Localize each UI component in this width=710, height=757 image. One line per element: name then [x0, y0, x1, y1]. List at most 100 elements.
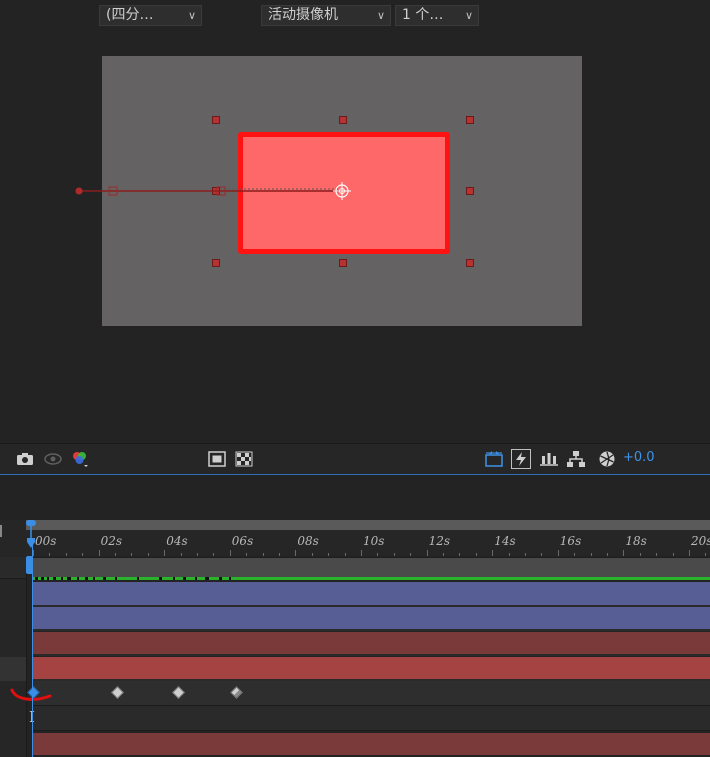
exposure-value[interactable]: +0.0	[623, 450, 655, 465]
time-ruler-tick	[459, 553, 461, 556]
time-ruler-label: 20s	[691, 534, 710, 548]
color-channels-icon[interactable]	[70, 449, 90, 469]
time-ruler-label: 00s	[35, 534, 57, 548]
time-ruler-label: 18s	[625, 534, 647, 548]
time-ruler-tick	[33, 550, 34, 556]
exposure-icon[interactable]	[597, 449, 617, 469]
work-area-start-handle[interactable]	[26, 556, 33, 574]
camera-view-dropdown-value: 活动摄像机	[268, 7, 338, 23]
transform-handle-top-left[interactable]	[212, 116, 220, 124]
time-ruler-label: 04s	[166, 534, 188, 548]
time-ruler-tick	[656, 553, 658, 556]
timeline-panel-edge	[0, 525, 6, 537]
time-ruler-tick	[180, 553, 182, 556]
time-ruler-tick	[82, 553, 84, 556]
show-snapshot-icon[interactable]	[43, 449, 63, 469]
transform-handle-left[interactable]	[212, 187, 220, 195]
time-ruler-tick	[672, 553, 674, 556]
resolution-dropdown[interactable]: (四分… ∨	[99, 5, 202, 26]
motion-path-keyframe-point	[75, 187, 83, 195]
layer-bar-red-1[interactable]	[33, 632, 710, 656]
time-ruler-tick	[131, 553, 133, 556]
time-ruler-tick	[557, 550, 559, 556]
time-ruler-tick	[115, 553, 116, 556]
red-rectangle-layer[interactable]	[238, 132, 450, 254]
transform-handle-bottom-left[interactable]	[212, 259, 220, 267]
time-ruler-tick	[508, 553, 510, 556]
chevron-down-icon: ∨	[187, 9, 196, 22]
position-property-track[interactable]	[33, 681, 710, 706]
layer-row-header	[0, 557, 26, 579]
cache-markers	[35, 577, 231, 580]
time-ruler-tick	[295, 550, 297, 556]
time-ruler-tick	[607, 553, 608, 556]
time-ruler-tick	[574, 553, 576, 556]
time-ruler-tick	[590, 553, 592, 556]
layer-row-header	[0, 657, 26, 681]
time-ruler-tick	[98, 550, 100, 556]
time-ruler-tick	[475, 553, 477, 556]
camera-view-dropdown[interactable]: 活动摄像机 ∨	[261, 5, 391, 26]
time-ruler-tick	[311, 553, 313, 556]
chevron-down-icon: ∨	[376, 9, 385, 22]
transform-handle-bottom[interactable]	[339, 259, 347, 267]
views-layout-dropdown[interactable]: 1 个… ∨	[395, 5, 479, 26]
region-of-interest-icon[interactable]	[207, 449, 227, 469]
time-ruler-tick	[279, 553, 280, 556]
fast-previews-icon[interactable]	[511, 449, 531, 469]
time-ruler-tick	[525, 553, 526, 556]
time-ruler-tick	[705, 553, 707, 556]
time-ruler-tick	[361, 550, 362, 556]
views-layout-dropdown-value: 1 个…	[402, 7, 444, 23]
time-ruler-label: 08s	[297, 534, 319, 548]
time-ruler-label: 16s	[559, 534, 582, 548]
time-ruler-tick	[639, 553, 641, 556]
time-ruler-tick	[377, 553, 379, 556]
time-ruler-tick	[262, 553, 264, 556]
timeline-3d-icon[interactable]	[539, 449, 559, 469]
timeline-header	[0, 474, 710, 521]
time-ruler-tick	[229, 550, 231, 556]
time-ruler-tick	[443, 553, 444, 556]
time-ruler-tick	[492, 550, 494, 556]
layer-bar-blue-1[interactable]	[33, 582, 710, 607]
time-ruler-tick	[328, 553, 330, 556]
time-ruler-tick	[393, 553, 395, 556]
layer-bar-red-selected[interactable]	[33, 657, 710, 681]
time-ruler-tick	[65, 553, 67, 556]
time-ruler-label: 14s	[494, 534, 516, 548]
time-ruler-label: 06s	[231, 534, 254, 548]
time-ruler-tick	[689, 550, 690, 556]
time-ruler-tick	[213, 553, 215, 556]
work-area-bar[interactable]	[26, 520, 710, 530]
time-ruler-tick	[426, 550, 428, 556]
time-ruler-tick	[246, 553, 248, 556]
layer-bar-red-2[interactable]	[33, 733, 710, 755]
time-ruler-tick	[49, 553, 51, 556]
time-ruler-tick	[410, 553, 412, 556]
layer-outline-gutter	[0, 520, 27, 757]
transform-handle-top[interactable]	[339, 116, 347, 124]
resolution-dropdown-value: (四分…	[106, 7, 154, 23]
camera-icon[interactable]	[15, 449, 35, 469]
time-ruler-tick	[197, 553, 198, 556]
time-ruler-tick	[344, 553, 346, 556]
time-ruler-tick	[147, 553, 149, 556]
transform-handle-top-right[interactable]	[466, 116, 474, 124]
chevron-down-icon: ∨	[464, 9, 473, 22]
time-ruler-tick	[164, 550, 166, 556]
time-ruler-tick	[541, 553, 543, 556]
reset-exposure-icon[interactable]	[484, 449, 504, 469]
layer-bar-blue-2[interactable]	[33, 607, 710, 631]
property-track[interactable]	[33, 706, 710, 731]
time-ruler-label: 12s	[428, 534, 451, 548]
time-ruler-tick	[623, 550, 625, 556]
annotation-underline	[10, 688, 52, 701]
transform-handle-bottom-right[interactable]	[466, 259, 474, 267]
transparency-grid-icon[interactable]	[234, 449, 254, 469]
transform-handle-right[interactable]	[466, 187, 474, 195]
time-ruler-label: 10s	[363, 534, 385, 548]
composition-viewer[interactable]	[0, 0, 710, 443]
time-ruler-label: 02s	[100, 534, 123, 548]
flowchart-icon[interactable]	[566, 449, 586, 469]
